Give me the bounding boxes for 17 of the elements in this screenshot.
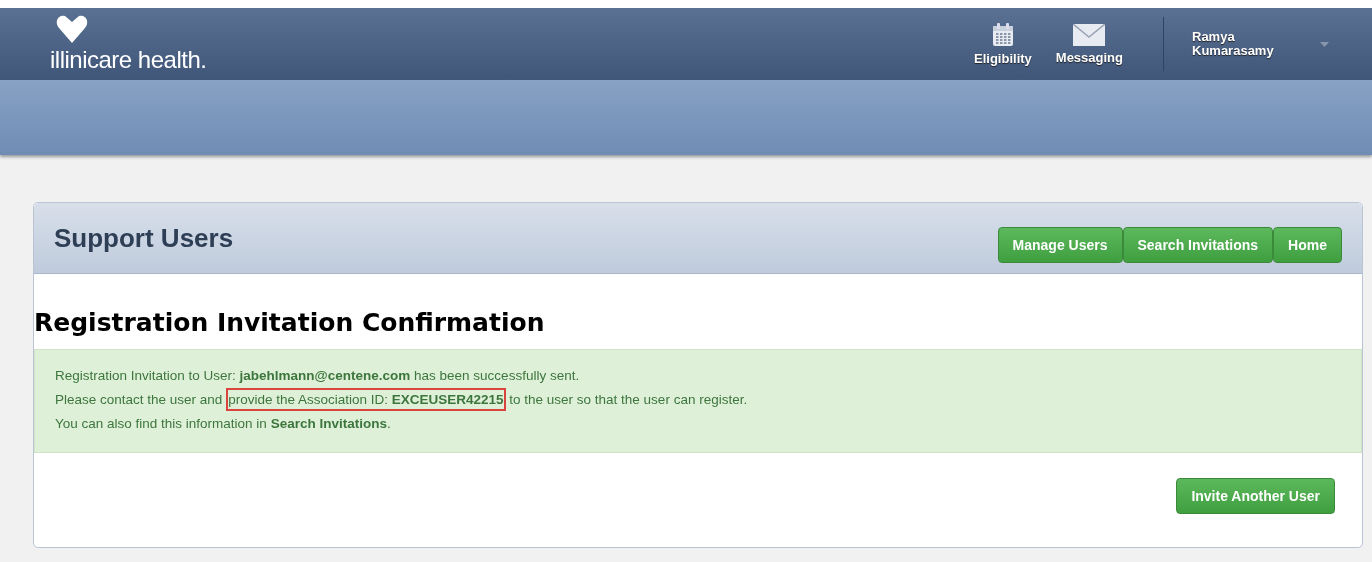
nav-button[interactable]: Manage Users bbox=[997, 227, 1123, 263]
user-menu[interactable]: Ramya Kumarasamy bbox=[1176, 30, 1372, 58]
message-line: Registration Invitation to User: jabehlmann@centene.com has been successfully sent. bbox=[55, 367, 581, 385]
nav-button[interactable]: Search Invitations bbox=[1122, 227, 1274, 263]
logo-text: illinicare health. bbox=[50, 46, 207, 74]
heart-logo-icon bbox=[54, 14, 90, 44]
calendar-icon bbox=[991, 22, 1014, 47]
nav-link[interactable]: Eligibility bbox=[974, 22, 1032, 66]
message-line: You can also find this information in Search Invitations. bbox=[55, 415, 392, 433]
page-heading: Registration Invitation Confirmation bbox=[34, 308, 546, 337]
invite-button[interactable]: Invite Another User bbox=[1176, 478, 1335, 514]
message-line: Please contact the user and provide the Association ID: EXCEUSER42215 to the user so that the user can register. bbox=[55, 388, 1341, 412]
caret-icon bbox=[1319, 41, 1329, 47]
nav-link[interactable]: Messaging bbox=[1055, 23, 1123, 65]
envelope-icon bbox=[1073, 23, 1106, 46]
nav-button[interactable]: Home bbox=[1273, 227, 1342, 263]
panel-title: Support Users bbox=[54, 222, 234, 254]
